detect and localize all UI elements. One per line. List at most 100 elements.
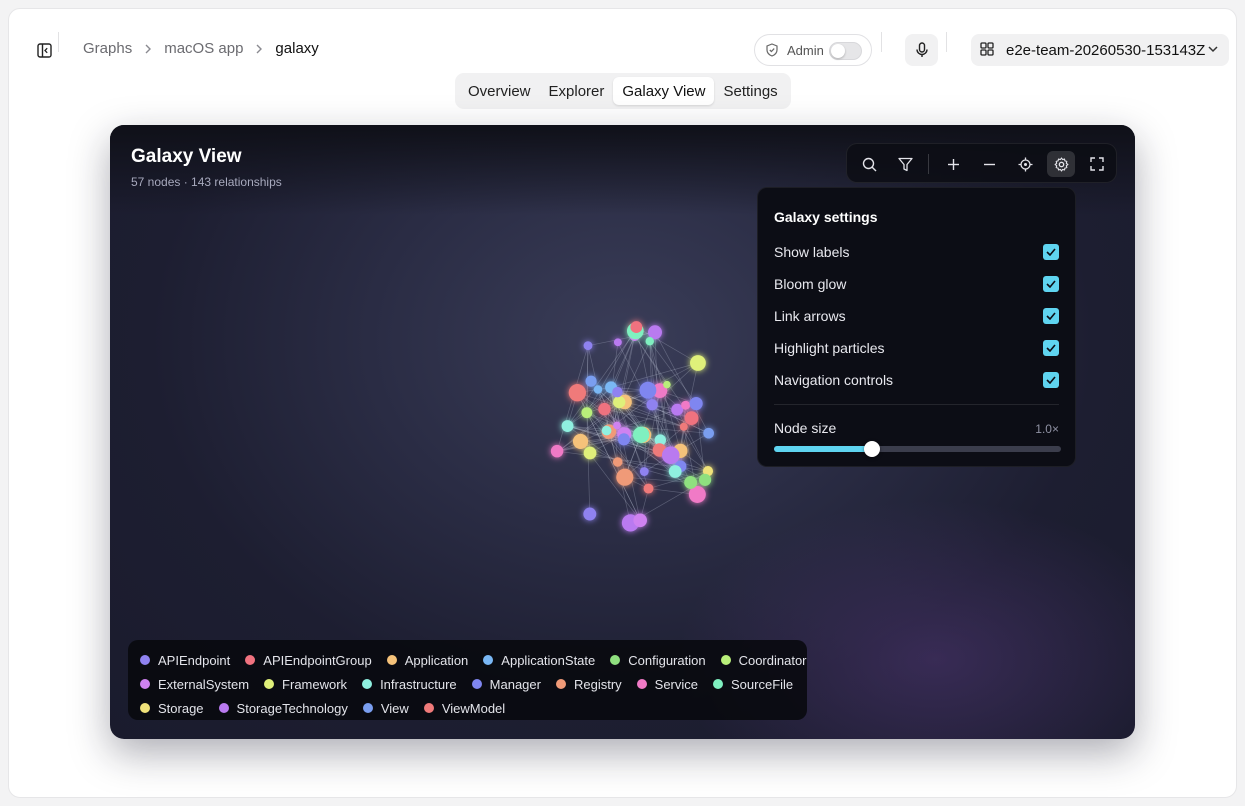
graph-node[interactable]: [583, 507, 597, 521]
legend-item: Framework: [264, 677, 347, 692]
graph-node[interactable]: [617, 433, 630, 446]
graph-node[interactable]: [612, 457, 623, 467]
legend-dot: [140, 703, 150, 713]
legend-dot: [140, 679, 150, 689]
legend-dot: [610, 655, 621, 665]
graph-node[interactable]: [633, 513, 647, 528]
graph-node[interactable]: [684, 475, 698, 489]
filter-icon[interactable]: [891, 151, 919, 177]
graph-node[interactable]: [639, 381, 657, 399]
graph-node[interactable]: [583, 446, 597, 460]
settings-icon[interactable]: [1047, 151, 1075, 177]
legend-item: Configuration: [610, 653, 706, 668]
checkbox[interactable]: [1043, 372, 1059, 388]
graph-node[interactable]: [689, 396, 703, 411]
slider-thumb[interactable]: [863, 441, 880, 457]
legend-item: Manager: [471, 677, 541, 692]
graph-node[interactable]: [613, 421, 621, 430]
tab-overview[interactable]: Overview: [459, 77, 540, 105]
breadcrumb: Graphs macOS app galaxy: [83, 40, 319, 57]
legend-item: Application: [386, 653, 468, 668]
tab-galaxy-view[interactable]: Galaxy View: [613, 77, 715, 105]
legend-dot: [264, 679, 275, 689]
graph-node[interactable]: [612, 386, 623, 398]
legend-item: ApplicationState: [483, 653, 595, 668]
checkbox[interactable]: [1043, 340, 1059, 356]
graph-node[interactable]: [593, 385, 603, 394]
graph-link: [636, 326, 699, 364]
galaxy-canvas[interactable]: Galaxy View 57 nodes · 143 relationships…: [110, 125, 1135, 739]
breadcrumb-graphs[interactable]: Graphs: [83, 40, 132, 57]
admin-switch[interactable]: [829, 42, 862, 60]
graph-node[interactable]: [632, 426, 650, 443]
breadcrumb-current: galaxy: [275, 40, 319, 57]
search-icon[interactable]: [855, 151, 883, 177]
setting-link-arrows[interactable]: Link arrows: [774, 306, 1059, 326]
legend-item: APIEndpointGroup: [245, 653, 372, 668]
graph-node[interactable]: [684, 411, 699, 426]
graph-node[interactable]: [698, 473, 712, 486]
graph-node[interactable]: [643, 483, 654, 494]
fullscreen-icon[interactable]: [1083, 151, 1111, 177]
microphone-button[interactable]: [905, 34, 938, 66]
legend-dot: [140, 655, 150, 665]
chevron-down-icon: [1207, 43, 1219, 55]
tab-explorer[interactable]: Explorer: [540, 77, 614, 105]
checkbox[interactable]: [1043, 276, 1059, 292]
setting-navigation-controls[interactable]: Navigation controls: [774, 370, 1059, 390]
graph-node[interactable]: [568, 384, 587, 402]
graph-node[interactable]: [661, 446, 680, 465]
graph-node[interactable]: [646, 399, 658, 411]
node-size-value: 1.0×: [1035, 422, 1059, 436]
legend-dot: [471, 679, 482, 689]
zoom-in-icon[interactable]: [939, 151, 967, 177]
admin-toggle-pill[interactable]: Admin: [754, 34, 872, 66]
legend-item: Service: [636, 677, 698, 692]
breadcrumb-macos-app[interactable]: macOS app: [164, 40, 243, 57]
galaxy-settings-panel: Galaxy settings Show labels Bloom glow L…: [757, 187, 1076, 467]
graph-node[interactable]: [598, 402, 611, 416]
graph-node[interactable]: [601, 425, 612, 436]
setting-highlight-particles[interactable]: Highlight particles: [774, 338, 1059, 358]
checkbox[interactable]: [1043, 244, 1059, 260]
checkbox[interactable]: [1043, 308, 1059, 324]
sidebar-toggle-icon[interactable]: [35, 41, 53, 59]
legend-item: View: [362, 701, 409, 716]
microphone-icon: [915, 42, 929, 58]
tab-settings[interactable]: Settings: [714, 77, 786, 105]
graph-node[interactable]: [613, 338, 622, 347]
galaxy-toolbar: [846, 143, 1117, 183]
setting-show-labels[interactable]: Show labels: [774, 242, 1059, 262]
graph-node[interactable]: [703, 427, 714, 439]
graph-node[interactable]: [690, 355, 706, 371]
legend-item: ExternalSystem: [140, 677, 249, 692]
legend-item: StorageTechnology: [218, 701, 348, 716]
graph-node[interactable]: [681, 400, 691, 410]
graph-node[interactable]: [572, 433, 589, 449]
legend-item: Infrastructure: [362, 677, 457, 692]
node-size-slider[interactable]: [774, 441, 1061, 457]
admin-label: Admin: [787, 42, 824, 58]
team-name: e2e-team-20260530-153143Z: [1006, 41, 1206, 59]
graph-node[interactable]: [679, 422, 688, 431]
graph-node[interactable]: [645, 336, 654, 346]
graph-node[interactable]: [583, 341, 593, 351]
graph-node[interactable]: [663, 380, 671, 389]
locate-icon[interactable]: [1011, 151, 1039, 177]
graph-node[interactable]: [550, 444, 564, 458]
graph-node[interactable]: [639, 467, 649, 476]
graph-node[interactable]: [668, 465, 682, 478]
graph-node[interactable]: [585, 375, 597, 387]
zoom-out-icon[interactable]: [975, 151, 1003, 177]
graph-node[interactable]: [581, 407, 593, 419]
legend-item: Coordinator: [720, 653, 807, 668]
legend-dot: [362, 679, 373, 689]
setting-bloom-glow[interactable]: Bloom glow: [774, 274, 1059, 294]
graph-node[interactable]: [613, 395, 626, 409]
graph-node[interactable]: [561, 420, 574, 432]
legend-item: ViewModel: [423, 701, 505, 716]
legend-item: SourceFile: [713, 677, 793, 692]
team-selector[interactable]: e2e-team-20260530-153143Z: [971, 34, 1229, 66]
graph-node[interactable]: [630, 321, 643, 334]
graph-node[interactable]: [616, 468, 634, 486]
